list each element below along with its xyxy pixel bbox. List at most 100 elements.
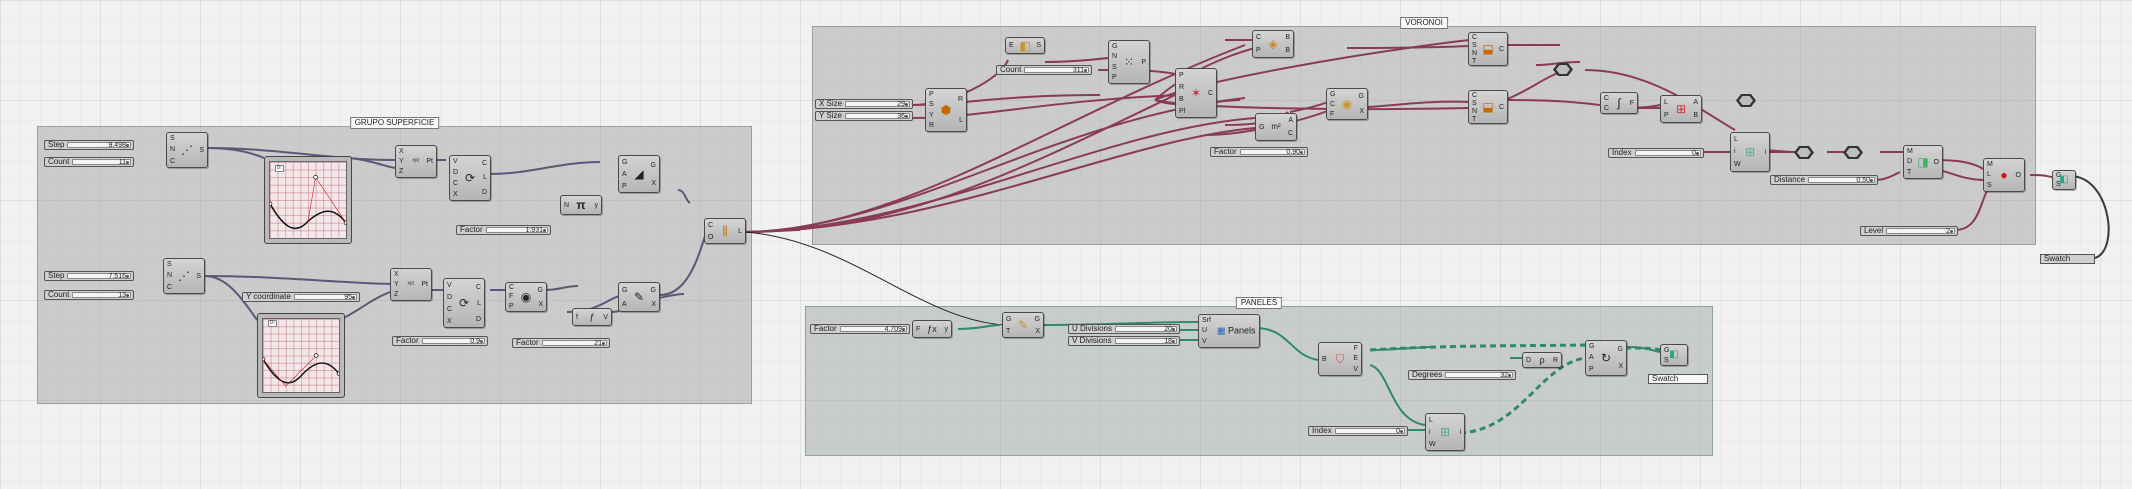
group-voronoi: VORONOI <box>812 17 2036 245</box>
degrees-slider[interactable]: Degrees 32 <box>1408 370 1516 380</box>
expression-icon: ƒx <box>927 324 937 334</box>
construct-point-2[interactable]: XYZ ˣʸᶻ Pt <box>390 268 432 301</box>
surface-from-points-icon: ◢ <box>634 167 644 181</box>
rotate-icon: ↻ <box>1600 351 1612 365</box>
x-size-slider[interactable]: X Size 29 <box>815 99 913 109</box>
weaverbird-icon: ● <box>2000 168 2008 182</box>
divide-domain-icon: ⟳ <box>464 171 476 185</box>
group-title: PANELES <box>1235 297 1283 309</box>
graph-mapper-1[interactable]: 0↑ <box>264 156 352 244</box>
voronoi-icon: ✶ <box>1190 86 1202 100</box>
loft-icon: ⫼ <box>722 224 728 238</box>
divide-domain-1[interactable]: VDCX ⟳ CLD <box>449 155 491 201</box>
list-item-component-v[interactable]: LP ⊞ AB <box>1660 95 1702 123</box>
factor-slider-c[interactable]: Factor 0.9 <box>392 336 488 346</box>
custom-preview-icon: ◧ <box>1669 349 1679 360</box>
swatch-panel-2[interactable]: Swatch <box>1648 374 1708 384</box>
surface-from-points-2[interactable]: GA ✎ GX <box>618 282 660 312</box>
swatch-panel-1[interactable]: Swatch <box>2040 254 2095 264</box>
series-icon: ⋰ <box>181 143 193 157</box>
divide-domain-icon: ⟳ <box>458 296 470 310</box>
bounds-icon: ◧ <box>1019 38 1031 53</box>
panels-icon: ▦ <box>1216 325 1226 336</box>
expression-icon: ƒ <box>589 312 595 322</box>
series-icon: ⋰ <box>178 269 190 283</box>
index-slider-v[interactable]: Index 0 <box>1608 148 1704 158</box>
explode-icon: ⛉ <box>1335 352 1345 366</box>
radians-icon: ρ <box>1539 355 1545 365</box>
list-item-icon: ⊞ <box>1675 102 1687 116</box>
custom-preview-component-1[interactable]: GS ◧ <box>2052 170 2076 190</box>
voronoi-component[interactable]: P R B Pl ✶ C <box>1175 68 1217 118</box>
pi-icon: π <box>576 198 586 212</box>
u-divisions-slider[interactable]: U Divisions 20 <box>1068 324 1180 334</box>
custom-preview-component-2[interactable]: GS ◧ <box>1660 344 1688 366</box>
level-slider[interactable]: Level 2 <box>1860 226 1958 236</box>
mesh-icon: ◨ <box>1917 155 1929 169</box>
pi-component[interactable]: N π y <box>560 195 602 215</box>
region-icon: ◈ <box>1268 37 1278 51</box>
join-curves-component[interactable]: CC ∫ F <box>1600 92 1638 114</box>
factor-slider-21[interactable]: Factor 21 <box>512 338 610 348</box>
populate-component[interactable]: GNSP ⁙ P <box>1108 40 1150 84</box>
divide-domain-2[interactable]: VDCX ⟳ CLD <box>443 278 485 328</box>
panels-component[interactable]: Srf U V ▦ Panels <box>1198 314 1260 348</box>
rotate-icon: ✎ <box>1017 318 1029 332</box>
rotate-component[interactable]: GT ✎ GX <box>1002 312 1044 338</box>
index-slider-p[interactable]: Index 0 <box>1308 426 1408 436</box>
rotate-component-2[interactable]: GAP ↻ GX <box>1585 340 1627 376</box>
y-size-slider[interactable]: Y Size 36 <box>815 111 913 121</box>
boolean-component-2[interactable]: CSNT ⬓ C <box>1468 90 1508 124</box>
construct-point-icon: ˣʸᶻ <box>407 280 415 288</box>
radians-component[interactable]: D ρ R <box>1522 352 1562 368</box>
factor-slider-pi[interactable]: Factor 1.931 <box>456 225 551 235</box>
offset-component-v[interactable]: GCF ◉ GX <box>1326 88 1368 120</box>
offset-component-1[interactable]: CFP ◉ GX <box>505 282 547 312</box>
graph-mapper-icon: 0↑ <box>275 165 285 172</box>
list-item-component-2[interactable]: LiW ⊞ i <box>1730 132 1770 172</box>
offset-icon: ◉ <box>520 290 532 304</box>
grid-icon: ⬢ <box>940 103 952 117</box>
group-title: VORONOI <box>1400 17 1448 29</box>
series-component-1[interactable]: SNC ⋰ S <box>166 132 208 168</box>
hexagonal-grid-component[interactable]: PSYR ⬢ RL <box>925 88 967 132</box>
distance-slider[interactable]: Distance 0.50 <box>1770 175 1878 185</box>
boolean-component-1[interactable]: CSNT ⬓ C <box>1468 32 1508 66</box>
mesh-component[interactable]: MDT ◨ O <box>1903 145 1943 179</box>
boolean-icon: ⬓ <box>1482 100 1494 114</box>
join-curves-icon: ∫ <box>1617 96 1621 110</box>
list-item-icon: ⊞ <box>1439 425 1451 439</box>
factor-slider-p[interactable]: Factor 4.709 <box>810 324 910 334</box>
expression-component[interactable]: f ƒ V <box>572 308 612 326</box>
count-slider-2[interactable]: Count 13 <box>44 290 134 300</box>
group-title: GRUPO SUPERFICIE <box>349 117 440 129</box>
region-component-1[interactable]: CP ◈ BB <box>1252 30 1294 58</box>
series-component-2[interactable]: SNC ⋰ S <box>163 258 205 294</box>
scale-component[interactable]: G m² AC <box>1255 113 1297 141</box>
offset-icon: ◉ <box>1341 97 1353 111</box>
count-slider-populate[interactable]: Count 311 <box>996 65 1092 75</box>
list-item-component-p[interactable]: LiW ⊞ i <box>1425 413 1465 451</box>
bounds-component[interactable]: E ◧ S <box>1005 37 1045 54</box>
surface-from-points-icon: ✎ <box>633 290 645 304</box>
factor-slider-v[interactable]: Factor 0.90 <box>1210 147 1308 157</box>
y-coordinate-slider[interactable]: Y coordinate 95 <box>242 292 360 302</box>
step-slider-1[interactable]: Step 9.498 <box>44 140 134 150</box>
count-slider-1[interactable]: Count 11 <box>44 157 134 167</box>
construct-point-1[interactable]: XYZ ˣʸᶻ Pt <box>395 145 437 178</box>
custom-preview-icon: ◧ <box>2059 174 2069 185</box>
boolean-icon: ⬓ <box>1482 42 1494 56</box>
populate-icon: ⁙ <box>1123 55 1135 69</box>
graph-mapper-icon: 0↑ <box>268 320 278 327</box>
graph-mapper-2[interactable]: 0↑ <box>257 313 345 398</box>
expression-component-p[interactable]: F ƒx y <box>912 320 952 338</box>
scale-icon: m² <box>1271 122 1281 131</box>
step-slider-2[interactable]: Step 7.516 <box>44 271 134 281</box>
v-divisions-slider[interactable]: V Divisions 18 <box>1068 336 1180 346</box>
list-item-icon: ⊞ <box>1744 145 1756 159</box>
explode-component[interactable]: B ⛉ FEV <box>1318 342 1362 376</box>
weaverbird-component[interactable]: MLS ● O <box>1983 158 2025 192</box>
construct-point-icon: ˣʸᶻ <box>412 157 420 165</box>
surface-from-points-1[interactable]: GAP ◢ GX <box>618 155 660 193</box>
loft-component[interactable]: CO ⫼ L <box>704 218 746 244</box>
